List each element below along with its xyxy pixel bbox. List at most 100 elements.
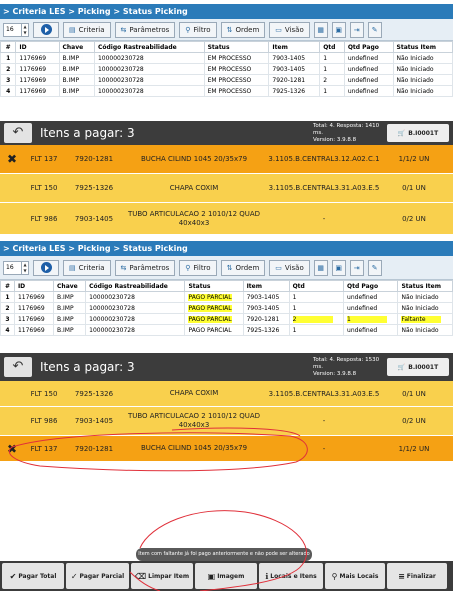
export-icon[interactable]: ▦ — [313, 259, 328, 276]
item-loc: FLT 137 — [30, 444, 58, 453]
list-item[interactable]: FLT 986 7903-1405 TUBO ARTICULACAO 2 1010/… — [0, 407, 453, 436]
table-row[interactable]: 4 1176969 B.IMP 100000230728 EM PROCESSO 7925… — [0, 85, 453, 97]
column-header[interactable]: Status Item — [392, 41, 453, 53]
tools-icon[interactable]: ✎ — [367, 21, 382, 38]
column-header[interactable]: Qtd — [319, 41, 345, 53]
logout-icon[interactable]: ⇥ — [349, 259, 364, 276]
table-row[interactable]: 2 1176969 B.IMP 100000230728 EM PROCESSO 7903… — [0, 63, 453, 75]
column-header[interactable]: ID — [13, 280, 55, 292]
locais-e-itens-button[interactable]: ℹ Locais e Itens — [259, 563, 323, 589]
list-item[interactable]: ✖ FLT 137 7920-1281 BUCHA CILIND 1045 20/35… — [0, 436, 453, 462]
table-cell: 7903-1405 — [268, 52, 321, 64]
criteria-button[interactable]: ▤ Criteria — [63, 259, 111, 276]
column-header[interactable]: Status — [184, 280, 244, 292]
page-title: Itens a pagar: 3 — [40, 126, 135, 140]
table-cell: 1176969 — [15, 74, 60, 86]
table-row[interactable]: 3 1176969 B.IMP 100000230728 EM PROCESSO 7920… — [0, 74, 453, 86]
table-cell: 100000230728 — [93, 52, 205, 64]
view-icon: ▭ — [275, 25, 282, 34]
page-spinner[interactable]: 16 ▲ ▼ — [3, 260, 29, 275]
table-row[interactable]: 3 1176969 B.IMP 100000230728 PAGO PARCIAL 792… — [0, 313, 453, 325]
cart-button[interactable]: 🛒 B.I0001T — [387, 358, 449, 376]
mais-locais-button[interactable]: ⚲ Mais Locais — [325, 563, 385, 589]
pagar-parcial-button[interactable]: ✓ Pagar Parcial — [66, 563, 129, 589]
criteria-button[interactable]: ▤ Criteria — [63, 21, 111, 38]
column-header[interactable]: # — [0, 280, 15, 292]
highlighted-value: 2 — [292, 315, 333, 323]
cart-icon: 🛒 — [397, 129, 406, 137]
column-header[interactable]: Chave — [53, 280, 87, 292]
list-item[interactable]: ✖ FLT 137 7920-1281 BUCHA CILIND 1045 20/35… — [0, 145, 453, 174]
column-header[interactable]: Código Rastreabilidade — [85, 280, 186, 292]
item-addr: 3.1105.B.CENTRAL3.12.A02.C.1 — [268, 155, 380, 163]
column-header[interactable]: Item — [268, 41, 321, 53]
filtro-button[interactable]: ⚲ Filtro — [179, 259, 217, 276]
check-icon: ✓ — [70, 571, 78, 581]
header-bar: ↶ Itens a pagar: 3 Total: 4. Resposta: 1… — [0, 121, 453, 145]
list-item[interactable]: FLT 986 7903-1405 TUBO ARTICULACAO 2 1010/… — [0, 203, 453, 235]
item-addr: 3.1105.B.CENTRAL3.31.A03.E.5 — [268, 184, 380, 192]
export-icon[interactable]: ▦ — [313, 21, 328, 38]
cart-button[interactable]: 🛒 B.I0001T — [387, 124, 449, 142]
table-cell: 7920-1281 — [268, 74, 321, 86]
parametros-button[interactable]: ⇆ Parâmetros — [114, 259, 176, 276]
items-list: ✖ FLT 137 7920-1281 BUCHA CILIND 1045 20/35… — [0, 145, 453, 235]
finalizar-button[interactable]: ≡ Finalizar — [387, 563, 447, 589]
save-icon[interactable]: ▣ — [331, 259, 346, 276]
back-button[interactable]: ↶ — [4, 123, 32, 143]
table-row[interactable]: 4 1176969 B.IMP 100000230728 PAGO PARCIAL 792… — [0, 324, 453, 336]
tools-icon[interactable]: ✎ — [367, 259, 382, 276]
table-row[interactable]: 1 1176969 B.IMP 100000230728 EM PROCESSO 7903… — [0, 52, 453, 64]
ordem-button[interactable]: ⇅ Ordem — [220, 21, 266, 38]
spinner-arrows-icon[interactable]: ▲ ▼ — [21, 261, 28, 274]
table-cell: undefined — [343, 52, 394, 64]
table-cell: undefined — [343, 85, 394, 97]
filtro-button[interactable]: ⚲ Filtro — [179, 21, 217, 38]
column-header[interactable]: Código Rastreabilidade — [93, 41, 205, 53]
table-cell: B.IMP — [58, 85, 95, 97]
table-cell: 1176969 — [15, 63, 60, 75]
column-header[interactable]: Status — [203, 41, 270, 53]
table-row[interactable]: 1 1176969 B.IMP 100000230728 PAGO PARCIAL 790… — [0, 291, 453, 303]
ordem-button[interactable]: ⇅ Ordem — [220, 259, 266, 276]
column-header[interactable]: Qtd — [288, 280, 345, 292]
visao-button[interactable]: ▭ Visão — [269, 259, 310, 276]
response-info: Total: 4. Resposta: 1530 ms. Version: 3.9… — [313, 356, 380, 377]
column-header[interactable]: Status Item — [397, 280, 453, 292]
item-qty: 0/1 UN — [402, 389, 426, 398]
items-list: FLT 150 7925-1326 CHAPA COXIM 3.1105.B.CENT… — [0, 381, 453, 462]
list-item[interactable]: FLT 150 7925-1326 CHAPA COXIM 3.1105.B.CENT… — [0, 174, 453, 203]
table-cell: 100000230728 — [85, 324, 186, 336]
visao-button[interactable]: ▭ Visão — [269, 21, 310, 38]
table-cell: Não Iniciado — [392, 63, 453, 75]
logout-icon[interactable]: ⇥ — [349, 21, 364, 38]
table-cell: 7903-1405 — [242, 302, 290, 314]
table-row[interactable]: 2 1176969 B.IMP 100000230728 PAGO PARCIAL 790… — [0, 302, 453, 314]
spinner-arrows-icon[interactable]: ▲ ▼ — [21, 23, 28, 36]
column-header[interactable]: Chave — [58, 41, 95, 53]
table-cell: B.IMP — [58, 52, 95, 64]
highlighted-value: PAGO PARCIAL — [188, 304, 232, 312]
back-button[interactable]: ↶ — [4, 357, 32, 377]
table-header-row: # ID Chave Código Rastreabilidade Status Item… — [0, 280, 453, 292]
limpar-item-button[interactable]: ⌫ Limpar Item — [131, 563, 193, 589]
column-header[interactable]: Item — [242, 280, 290, 292]
page-spinner[interactable]: 16 ▲ ▼ — [3, 22, 29, 37]
table-cell: 2 — [0, 63, 17, 75]
column-header[interactable]: Qtd Pago — [343, 41, 394, 53]
column-header[interactable]: Qtd Pago — [343, 280, 399, 292]
table-cell: Faltante — [397, 313, 453, 325]
play-button[interactable] — [33, 21, 59, 38]
imagem-button[interactable]: ▣ Imagem — [195, 563, 257, 589]
table-cell: 100000230728 — [85, 302, 186, 314]
parametros-button[interactable]: ⇆ Parâmetros — [114, 21, 176, 38]
table-cell: undefined — [343, 291, 399, 303]
column-header[interactable]: ID — [15, 41, 60, 53]
list-item[interactable]: FLT 150 7925-1326 CHAPA COXIM 3.1105.B.CENT… — [0, 381, 453, 407]
play-button[interactable] — [33, 259, 59, 276]
pagar-total-button[interactable]: ✔ Pagar Total — [2, 563, 64, 589]
item-desc: BUCHA CILIND 1045 20/35x79 — [140, 444, 248, 452]
column-header[interactable]: # — [0, 41, 17, 53]
save-icon[interactable]: ▣ — [331, 21, 346, 38]
item-code: 7903-1405 — [74, 417, 114, 425]
